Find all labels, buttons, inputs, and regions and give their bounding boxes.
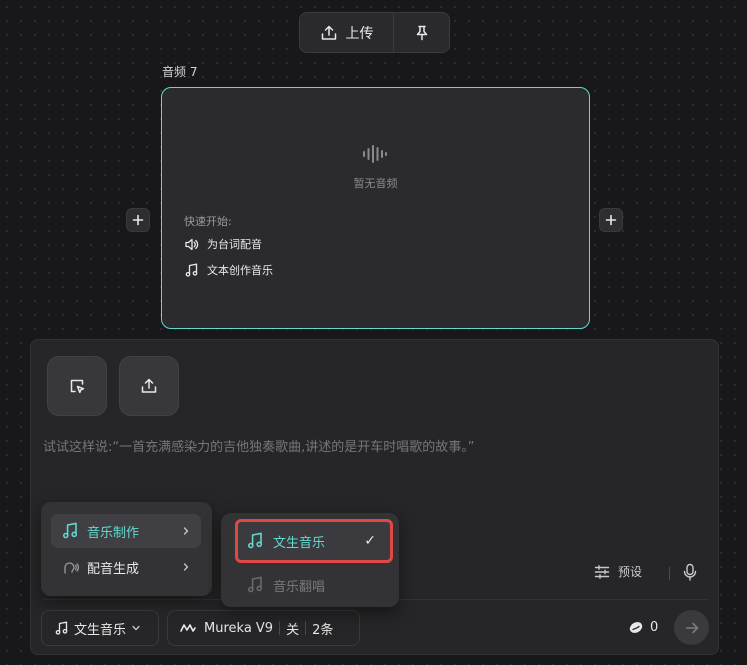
menu-item-music-production[interactable]: 音乐制作 xyxy=(51,514,201,548)
arrow-right-icon xyxy=(684,620,700,636)
menu-item-label: 音乐翻唱 xyxy=(273,579,326,595)
add-left-button[interactable] xyxy=(126,208,150,232)
plus-icon xyxy=(132,214,144,226)
chevron-right-icon xyxy=(181,562,191,572)
mureka-logo-icon xyxy=(180,622,196,634)
toolbar-divider xyxy=(669,567,670,580)
menu-item-voice-generation[interactable]: 配音生成 xyxy=(51,550,201,584)
model-divider xyxy=(305,621,307,635)
mode-label: 文生音乐 xyxy=(74,622,127,638)
pin-icon xyxy=(414,25,430,41)
music-note-icon xyxy=(61,522,79,540)
select-cursor-icon xyxy=(68,377,86,395)
model-toggle[interactable]: 关 xyxy=(286,619,299,638)
credits-value: 0 xyxy=(650,619,659,635)
quick-item-label: 文本创作音乐 xyxy=(207,264,273,277)
music-note-icon xyxy=(246,532,264,550)
node-title: 音频 7 xyxy=(162,65,198,79)
upload-label: 上传 xyxy=(345,25,374,42)
category-menu: 音乐制作 配音生成 xyxy=(41,502,212,596)
top-toolbar: 上传 xyxy=(299,12,450,53)
speaker-icon xyxy=(184,237,199,252)
menu-item-label: 音乐制作 xyxy=(87,525,140,541)
chevron-right-icon xyxy=(181,526,191,536)
upload-icon xyxy=(320,24,338,42)
audio-node-card[interactable]: 暂无音频 快速开始: 为台词配音 文本创作音乐 xyxy=(161,87,590,329)
preset-label: 预设 xyxy=(618,565,643,579)
waveform-icon xyxy=(361,143,389,165)
model-selector[interactable]: Mureka V9 关 2条 xyxy=(167,610,360,646)
quick-item-music[interactable]: 文本创作音乐 xyxy=(184,262,273,278)
music-note-icon xyxy=(184,263,199,278)
quick-item-label: 为台词配音 xyxy=(207,238,262,251)
music-note-icon xyxy=(246,576,264,594)
model-divider xyxy=(279,621,281,635)
sliders-icon xyxy=(594,564,610,580)
menu-item-music-cover[interactable]: 音乐翻唱 xyxy=(235,563,393,607)
credits-display: 0 xyxy=(628,619,658,635)
chevron-down-icon xyxy=(131,623,141,633)
upload-button[interactable]: 上传 xyxy=(300,13,393,52)
menu-item-label: 配音生成 xyxy=(87,561,140,577)
empty-audio-text: 暂无音频 xyxy=(353,177,398,190)
voice-icon xyxy=(61,558,79,576)
upload-file-button[interactable] xyxy=(119,356,179,416)
count-selector[interactable]: 2条 xyxy=(312,619,333,638)
menu-item-text-to-music[interactable]: 文生音乐 ✓ xyxy=(235,519,393,563)
preset-button[interactable]: 预设 xyxy=(594,563,642,580)
pin-button[interactable] xyxy=(394,13,449,52)
prompt-input[interactable]: 试试这样说:“一首充满感染力的吉他独奏歌曲,讲述的是开车时唱歌的故事。” xyxy=(43,436,474,455)
quick-start-title: 快速开始: xyxy=(184,215,232,228)
mode-dropdown[interactable]: 文生音乐 xyxy=(41,610,159,646)
upload-icon xyxy=(140,377,158,395)
music-note-icon xyxy=(54,621,69,636)
microphone-icon[interactable] xyxy=(682,563,698,581)
select-area-button[interactable] xyxy=(47,356,107,416)
send-button[interactable] xyxy=(674,610,709,645)
add-right-button[interactable] xyxy=(599,208,623,232)
plus-icon xyxy=(605,214,617,226)
checkmark-icon: ✓ xyxy=(364,533,376,549)
menu-item-label: 文生音乐 xyxy=(273,535,326,551)
quick-item-dub[interactable]: 为台词配音 xyxy=(184,236,262,252)
music-submenu: 文生音乐 ✓ 音乐翻唱 xyxy=(221,513,399,607)
model-name: Mureka V9 xyxy=(204,620,274,636)
credit-bean-icon xyxy=(628,619,644,635)
prompt-composer: 试试这样说:“一首充满感染力的吉他独奏歌曲,讲述的是开车时唱歌的故事。” 预设 … xyxy=(30,339,719,655)
